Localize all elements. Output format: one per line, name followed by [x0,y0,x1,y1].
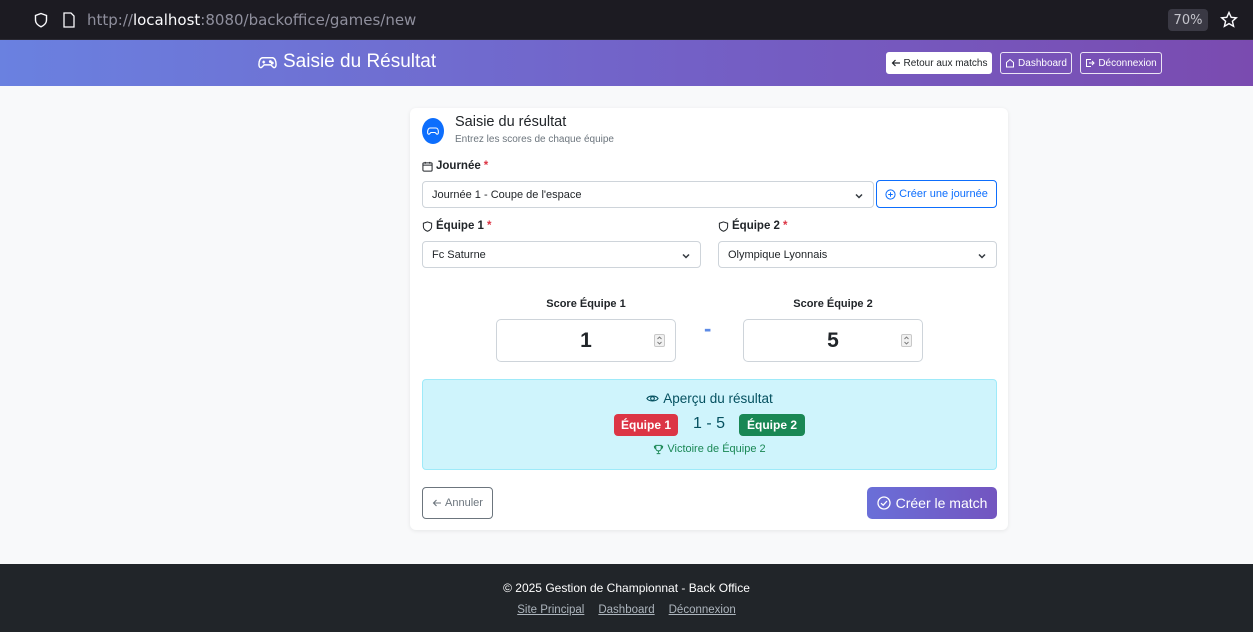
logout-icon [1086,59,1096,67]
footer-link-dashboard[interactable]: Dashboard [598,604,654,616]
page-title: Saisie du Résultat [258,51,436,73]
journee-label: Journée * [422,160,488,172]
score1-label: Score Équipe 1 [546,298,626,310]
footer: © 2025 Gestion de Championnat - Back Off… [0,564,1253,632]
calendar-icon [422,161,433,172]
team1-label: Équipe 1 * [422,220,491,232]
journee-select-value: Journée 1 - Coupe de l'espace [432,188,582,201]
check-circle-icon [876,496,891,510]
team2-label: Équipe 2 * [718,220,787,232]
gamepad-icon [427,127,439,135]
dashboard-label: Dashboard [1018,57,1067,69]
victory-text: Victoire de Équipe 2 [423,443,996,455]
logout-button[interactable]: Déconnexion [1080,52,1162,74]
arrow-left-icon [891,59,900,67]
team1-select[interactable]: Fc Saturne [422,241,701,268]
bookmark-star-icon[interactable] [1220,11,1238,29]
card-subtitle: Entrez les scores de chaque équipe [455,134,614,145]
team2-label-text: Équipe 2 [732,220,780,232]
required-mark: * [483,160,489,172]
team2-select-value: Olympique Lyonnais [728,248,828,261]
page-title-text: Saisie du Résultat [283,51,437,72]
victory-text-label: Victoire de Équipe 2 [667,443,766,455]
gamepad-icon [258,56,277,68]
url-bar[interactable]: http://localhost:8080/backoffice/games/n… [87,11,416,29]
score2-label: Score Équipe 2 [793,298,873,310]
spinner-arrows-icon [657,336,662,345]
team1-label-text: Équipe 1 [436,220,484,232]
arrow-left-icon [432,499,442,507]
score1-spinner[interactable] [654,334,665,347]
url-host: localhost [132,11,201,29]
create-journee-button[interactable]: Créer une journée [876,180,997,208]
url-prefix: http:// [87,11,133,29]
preview-score: 1 - 5 [693,415,726,432]
chevron-down-icon [855,193,863,199]
dashboard-button[interactable]: Dashboard [1000,52,1072,74]
preview-title: Aperçu du résultat [423,391,996,406]
result-form-card: Saisie du résultat Entrez les scores de … [410,108,1008,530]
score1-value: 1 [580,328,592,352]
footer-links: Site Principal Dashboard Déconnexion [0,604,1253,616]
team2-select[interactable]: Olympique Lyonnais [718,241,997,268]
create-match-button[interactable]: Créer le match [867,487,997,519]
url-path: :8080/backoffice/games/new [200,11,417,29]
cancel-button[interactable]: Annuler [422,487,493,519]
shield-icon [422,220,433,232]
browser-toolbar: http://localhost:8080/backoffice/games/n… [0,0,1253,40]
app-header: Saisie du Résultat Retour aux matchs Das… [0,40,1253,86]
back-to-matches-button[interactable]: Retour aux matchs [886,52,992,74]
required-mark: * [486,220,492,232]
shield-icon[interactable] [33,12,49,28]
chevron-down-icon [978,253,986,259]
footer-link-site[interactable]: Site Principal [517,604,584,616]
score-separator: - [704,316,712,341]
home-icon [1006,58,1015,68]
preview-title-text: Aperçu du résultat [663,391,773,406]
zoom-indicator[interactable]: 70% [1168,9,1208,31]
plus-circle-icon [885,188,896,200]
trophy-icon [654,444,664,454]
footer-copyright: © 2025 Gestion de Championnat - Back Off… [503,581,750,595]
required-mark: * [782,220,788,232]
score2-value: 5 [827,328,839,352]
page-icon [63,12,75,28]
spinner-arrows-icon [904,336,909,345]
score2-input[interactable]: 5 [743,319,923,362]
result-preview: Aperçu du résultat Équipe 1 1 - 5 Équipe… [422,379,997,470]
team2-badge: Équipe 2 [739,414,805,436]
score2-spinner[interactable] [901,334,912,347]
cancel-label: Annuler [445,497,483,509]
shield-icon [718,220,729,232]
card-title: Saisie du résultat [455,114,567,130]
team1-badge: Équipe 1 [614,414,678,436]
create-match-label: Créer le match [895,495,988,511]
score1-input[interactable]: 1 [496,319,676,362]
create-journee-label: Créer une journée [899,188,988,200]
journee-label-text: Journée [436,160,481,172]
chevron-down-icon [682,253,690,259]
card-header-icon [422,118,444,144]
team1-select-value: Fc Saturne [432,248,486,261]
eye-icon [646,395,659,402]
journee-select[interactable]: Journée 1 - Coupe de l'espace [422,181,874,208]
footer-link-logout[interactable]: Déconnexion [669,604,736,616]
logout-label: Déconnexion [1098,57,1157,69]
back-to-matches-label: Retour aux matchs [903,57,988,69]
